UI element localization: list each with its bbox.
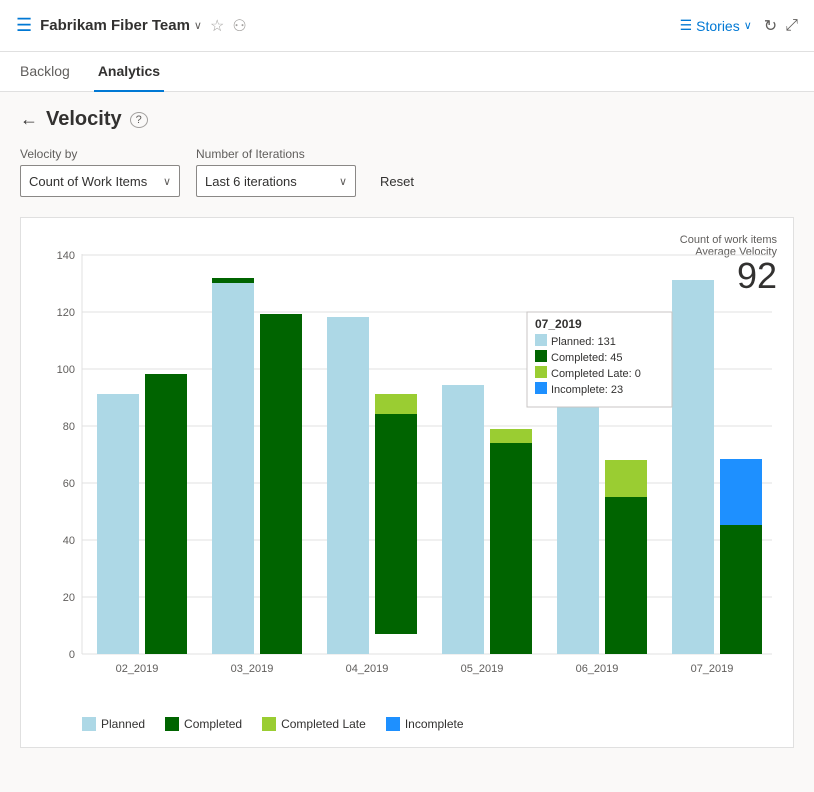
planned-label: Planned — [101, 717, 145, 731]
svg-text:100: 100 — [57, 364, 75, 376]
chart-legend: Planned Completed Completed Late Incompl… — [82, 709, 777, 731]
bar-group-5 — [672, 280, 762, 654]
app-icon: ☰ — [16, 15, 32, 36]
bar-planned-3 — [442, 385, 484, 654]
bar-completedlate-4 — [605, 460, 647, 497]
iterations-group: Number of Iterations Last 6 iterations ∨ — [196, 147, 356, 197]
bar-completed-1 — [260, 314, 302, 654]
incomplete-label: Incomplete — [405, 717, 464, 731]
bar-group-0 — [97, 374, 187, 654]
svg-text:60: 60 — [63, 478, 75, 490]
stories-icon: ☰ — [680, 17, 693, 34]
iterations-chevron-icon: ∨ — [339, 175, 347, 188]
x-label-3: 05_2019 — [461, 663, 504, 675]
bar-group-2 — [327, 317, 417, 654]
bar-planned-5 — [672, 280, 714, 654]
bar-group-4 — [557, 394, 647, 654]
team-title: Fabrikam Fiber Team — [40, 17, 190, 34]
completed-late-swatch — [262, 717, 276, 731]
legend-incomplete: Incomplete — [386, 717, 464, 731]
bar-completedlate-3 — [490, 429, 532, 443]
svg-text:07_2019: 07_2019 — [535, 317, 582, 331]
reset-button[interactable]: Reset — [372, 165, 422, 197]
x-label-4: 06_2019 — [576, 663, 619, 675]
x-label-2: 04_2019 — [346, 663, 389, 675]
bar-planned-4 — [557, 394, 599, 654]
planned-swatch — [82, 717, 96, 731]
iterations-value: Last 6 iterations — [205, 174, 297, 189]
velocity-by-dropdown[interactable]: Count of Work Items ∨ — [20, 165, 180, 197]
page-title: Velocity — [46, 108, 122, 131]
velocity-by-label: Velocity by — [20, 147, 180, 161]
bar-group-3 — [442, 385, 532, 654]
bar-planned-0 — [97, 394, 139, 654]
svg-text:140: 140 — [57, 250, 75, 262]
chart-container: Count of work items Average Velocity 92 … — [20, 217, 794, 748]
svg-text:20: 20 — [63, 592, 75, 604]
legend-completed: Completed — [165, 717, 242, 731]
incomplete-swatch — [386, 717, 400, 731]
velocity-by-value: Count of Work Items — [29, 174, 147, 189]
expand-button[interactable]: ⤢ — [785, 17, 798, 35]
bar-completedlate-2 — [375, 394, 417, 414]
completed-late-label: Completed Late — [281, 717, 366, 731]
page-content: ← Velocity ? Velocity by Count of Work I… — [0, 92, 814, 792]
legend-planned: Planned — [82, 717, 145, 731]
svg-text:Planned: 131: Planned: 131 — [551, 336, 616, 348]
x-label-0: 02_2019 — [116, 663, 159, 675]
bar-completed-2 — [375, 394, 417, 634]
tab-backlog[interactable]: Backlog — [16, 52, 74, 92]
bar-completed-3 — [490, 429, 532, 654]
bar-completed-top-1 — [212, 278, 254, 283]
velocity-chart: 0 20 40 60 80 100 120 140 — [37, 234, 787, 694]
chart-tooltip: 07_2019 Planned: 131 Completed: 45 Compl… — [527, 312, 672, 407]
velocity-by-chevron-icon: ∨ — [163, 175, 171, 188]
svg-text:Completed: 45: Completed: 45 — [551, 352, 623, 364]
bar-completed-5 — [720, 525, 762, 654]
x-label-5: 07_2019 — [691, 663, 734, 675]
back-button[interactable]: ← — [20, 109, 38, 130]
nav-tabs: Backlog Analytics — [0, 52, 814, 92]
bar-incomplete-5 — [720, 459, 762, 525]
velocity-by-group: Velocity by Count of Work Items ∨ — [20, 147, 180, 197]
bar-group-1 — [212, 278, 302, 654]
completed-label: Completed — [184, 717, 242, 731]
svg-text:40: 40 — [63, 535, 75, 547]
tab-analytics[interactable]: Analytics — [94, 52, 164, 92]
svg-text:80: 80 — [63, 421, 75, 433]
controls: Velocity by Count of Work Items ∨ Number… — [20, 147, 794, 197]
favorite-icon[interactable]: ☆ — [210, 16, 224, 36]
refresh-button[interactable]: ↻ — [764, 16, 777, 36]
stories-dropdown[interactable]: ☰ Stories ∨ — [680, 17, 752, 34]
completed-swatch — [165, 717, 179, 731]
svg-text:Completed Late: 0: Completed Late: 0 — [551, 368, 641, 380]
bar-completed-0 — [145, 374, 187, 654]
chart-area: 0 20 40 60 80 100 120 140 — [37, 234, 777, 731]
bar-planned-2 — [327, 317, 369, 654]
bar-planned-1 — [212, 283, 254, 654]
iterations-label: Number of Iterations — [196, 147, 356, 161]
team-chevron-icon[interactable]: ∨ — [194, 19, 202, 32]
header: ☰ Fabrikam Fiber Team ∨ ☆ ⚇ ☰ Stories ∨ … — [0, 0, 814, 52]
title-row: ← Velocity ? — [20, 108, 794, 131]
svg-text:0: 0 — [69, 649, 75, 661]
svg-text:120: 120 — [57, 307, 75, 319]
x-label-1: 03_2019 — [231, 663, 274, 675]
legend-completed-late: Completed Late — [262, 717, 366, 731]
svg-text:Incomplete: 23: Incomplete: 23 — [551, 384, 623, 396]
iterations-dropdown[interactable]: Last 6 iterations ∨ — [196, 165, 356, 197]
team-members-icon[interactable]: ⚇ — [232, 16, 246, 36]
stories-label: Stories — [696, 18, 740, 34]
help-icon[interactable]: ? — [130, 112, 148, 128]
stories-chevron-icon: ∨ — [744, 19, 752, 32]
